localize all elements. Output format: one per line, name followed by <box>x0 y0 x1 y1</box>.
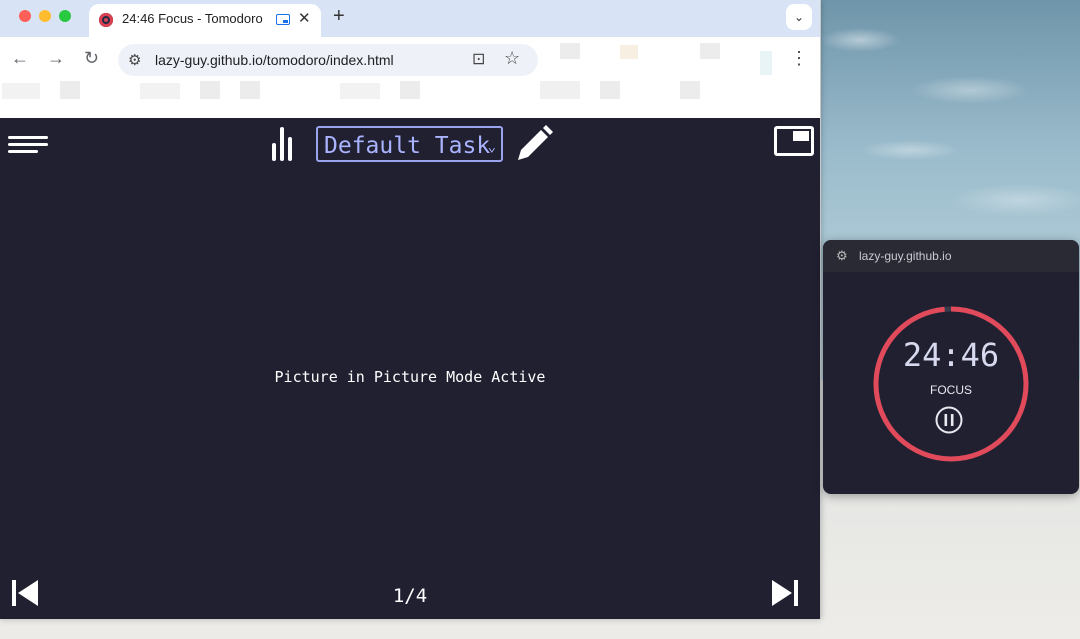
timer-display: 24:46 <box>902 336 1000 374</box>
bookmarks-bar <box>0 81 820 118</box>
picture-in-picture-indicator-icon <box>276 14 290 25</box>
extension-icon[interactable] <box>620 45 638 59</box>
bookmark-item[interactable] <box>340 83 380 99</box>
minimize-window-button[interactable] <box>39 10 51 22</box>
pause-icon[interactable] <box>935 406 963 434</box>
back-icon[interactable]: ← <box>11 48 29 68</box>
bookmark-item[interactable] <box>540 81 580 99</box>
skip-next-icon[interactable] <box>770 580 798 606</box>
bookmark-item[interactable] <box>200 81 220 99</box>
bookmark-item[interactable] <box>400 81 420 99</box>
pip-titlebar: ⚙ lazy-guy.github.io <box>823 240 1079 272</box>
tab-title: 24:46 Focus - Tomodoro <box>122 11 263 26</box>
edit-icon[interactable] <box>514 124 554 164</box>
pip-icon[interactable] <box>774 126 814 156</box>
tomodoro-favicon-icon <box>99 13 113 27</box>
address-bar[interactable]: ⚙ lazy-guy.github.io/tomodoro/index.html… <box>118 44 538 76</box>
url-text[interactable]: lazy-guy.github.io/tomodoro/index.html <box>155 52 394 68</box>
install-app-icon[interactable]: ⊡ <box>472 49 485 69</box>
task-select-value: Default Task <box>324 133 491 159</box>
reload-icon[interactable]: ↻ <box>84 48 99 68</box>
stats-icon[interactable] <box>272 127 300 161</box>
pip-host: lazy-guy.github.io <box>859 249 952 263</box>
extension-icon[interactable] <box>760 51 772 75</box>
bookmark-item[interactable] <box>140 83 180 99</box>
site-settings-icon[interactable]: ⚙ <box>836 248 848 264</box>
chevron-down-icon: ⌄ <box>487 139 496 155</box>
tomodoro-app: Default Task ⌄ Picture in Picture Mode A… <box>0 118 820 619</box>
browser-menu-icon[interactable]: ⋮ <box>790 47 808 69</box>
close-tab-icon[interactable]: ✕ <box>298 9 311 27</box>
close-window-button[interactable] <box>19 10 31 22</box>
bookmark-item[interactable] <box>240 81 260 99</box>
forward-icon[interactable]: → <box>47 48 65 68</box>
new-tab-button[interactable]: + <box>333 5 345 27</box>
bookmark-item[interactable] <box>60 81 80 99</box>
bookmark-item[interactable] <box>2 83 40 99</box>
picture-in-picture-window: ⚙ lazy-guy.github.io 24:46 FOCUS <box>823 240 1079 494</box>
extension-icon[interactable] <box>560 43 580 59</box>
bookmark-star-icon[interactable]: ☆ <box>504 48 520 69</box>
bookmark-item[interactable] <box>680 81 700 99</box>
page-indicator: 1/4 <box>392 585 428 607</box>
mode-label: FOCUS <box>930 383 972 397</box>
tab-strip: 24:46 Focus - Tomodoro ✕ + ⌄ <box>0 0 820 37</box>
tab-tomodoro[interactable]: 24:46 Focus - Tomodoro ✕ <box>89 4 321 37</box>
menu-icon[interactable] <box>8 136 48 154</box>
extension-icon[interactable] <box>700 43 720 59</box>
browser-window: 24:46 Focus - Tomodoro ✕ + ⌄ ← → ↻ ⚙ laz… <box>0 0 821 619</box>
fullscreen-window-button[interactable] <box>59 10 71 22</box>
browser-toolbar: ← → ↻ ⚙ lazy-guy.github.io/tomodoro/inde… <box>0 37 820 81</box>
bookmark-item[interactable] <box>600 81 620 99</box>
site-settings-icon[interactable]: ⚙ <box>128 51 141 69</box>
tab-search-button[interactable]: ⌄ <box>786 4 812 30</box>
pip-status-message: Picture in Picture Mode Active <box>274 368 546 386</box>
task-select[interactable]: Default Task ⌄ <box>316 126 503 162</box>
